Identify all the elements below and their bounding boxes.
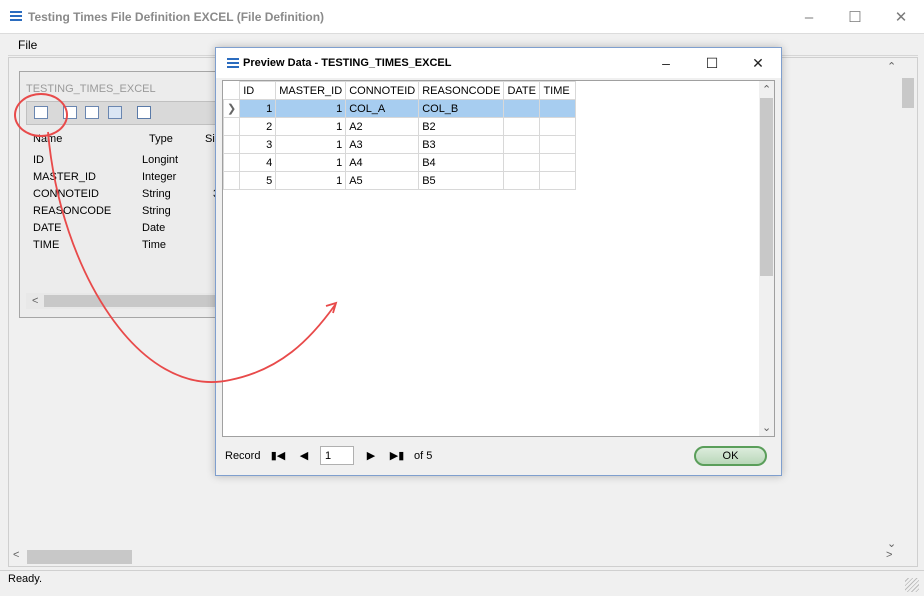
column-type[interactable]: Type <box>149 133 173 145</box>
field-name[interactable]: CONNOTEID <box>33 188 99 200</box>
table-cell[interactable]: 1 <box>275 99 347 118</box>
field-type: Integer <box>142 171 177 183</box>
table-cell[interactable]: 5 <box>239 171 277 190</box>
table-cell[interactable]: 1 <box>275 135 347 154</box>
field-type: String <box>142 188 171 200</box>
record-count: of 5 <box>414 450 433 462</box>
last-record-icon[interactable]: ▶▮ <box>389 447 405 463</box>
table-cell[interactable]: 1 <box>239 99 277 118</box>
table-cell[interactable]: B4 <box>418 153 505 172</box>
annotation-circle <box>14 93 68 137</box>
row-selector[interactable] <box>222 153 241 172</box>
data-grid[interactable]: ID MASTER_ID CONNOTEID REASONCODE DATE T… <box>222 80 775 437</box>
table-cell[interactable] <box>503 171 541 190</box>
table-cell[interactable] <box>503 99 541 118</box>
row-selector[interactable] <box>222 171 241 190</box>
scroll-left-icon[interactable]: < <box>13 549 19 561</box>
table-cell[interactable] <box>539 153 577 172</box>
dialog-maximize-button[interactable]: ☐ <box>689 48 735 78</box>
table-cell[interactable] <box>503 135 541 154</box>
table-cell[interactable]: 1 <box>275 171 347 190</box>
file-window-scrollbar-thumb[interactable] <box>44 295 216 307</box>
app-icon <box>10 11 22 22</box>
table-row[interactable]: 5 1 A5 B5 <box>222 171 577 190</box>
table-cell[interactable] <box>503 117 541 136</box>
field-name[interactable]: MASTER_ID <box>33 171 96 183</box>
current-row-icon: ❯ <box>222 99 241 118</box>
table-row[interactable]: 4 1 A4 B4 <box>222 153 577 172</box>
scroll-up-icon[interactable]: ⌃ <box>887 60 896 73</box>
column-header[interactable]: CONNOTEID <box>345 81 420 100</box>
table-cell[interactable] <box>539 135 577 154</box>
field-type: Time <box>142 239 167 251</box>
table-cell[interactable]: B5 <box>418 171 505 190</box>
menu-file[interactable]: File <box>18 38 37 52</box>
table-cell[interactable] <box>539 99 577 118</box>
dialog-icon <box>227 58 239 68</box>
table-cell[interactable]: 2 <box>239 117 277 136</box>
table-cell[interactable]: A5 <box>345 171 420 190</box>
scroll-down-icon[interactable]: ⌄ <box>762 421 771 434</box>
status-text: Ready. <box>8 573 43 585</box>
next-record-icon[interactable]: ▶ <box>363 447 379 463</box>
field-name[interactable]: REASONCODE <box>33 205 111 217</box>
field-name[interactable]: TIME <box>33 239 59 251</box>
table-cell[interactable]: A2 <box>345 117 420 136</box>
column-size[interactable]: Si <box>205 133 215 145</box>
dialog-title: Preview Data - TESTING_TIMES_EXCEL <box>243 57 452 69</box>
field-name[interactable]: DATE <box>33 222 62 234</box>
scroll-right-icon[interactable]: > <box>886 549 892 561</box>
table-cell[interactable]: 1 <box>275 153 347 172</box>
table-cell[interactable]: 1 <box>275 117 347 136</box>
table-cell[interactable]: A3 <box>345 135 420 154</box>
table-row[interactable]: ❯ 1 1 COL_A COL_B <box>222 99 577 118</box>
column-header[interactable]: TIME <box>539 81 577 100</box>
column-header[interactable]: MASTER_ID <box>275 81 347 100</box>
table-cell[interactable] <box>539 117 577 136</box>
table-row[interactable]: 2 1 A2 B2 <box>222 117 577 136</box>
row-selector[interactable] <box>222 135 241 154</box>
field-type: Longint <box>142 154 179 166</box>
first-record-icon[interactable]: ▮◀ <box>270 447 286 463</box>
record-number-input[interactable] <box>320 446 354 465</box>
maximize-button[interactable]: ☐ <box>832 0 878 34</box>
data-table: ID MASTER_ID CONNOTEID REASONCODE DATE T… <box>222 81 577 190</box>
window-title: Testing Times File Definition EXCEL (Fil… <box>28 10 325 24</box>
table-cell[interactable]: B2 <box>418 117 505 136</box>
export-icon[interactable] <box>137 106 151 119</box>
table-cell[interactable] <box>503 153 541 172</box>
row-selector[interactable] <box>222 117 241 136</box>
row-selector-header <box>223 81 241 100</box>
table-row[interactable]: 3 1 A3 B3 <box>222 135 577 154</box>
table-cell[interactable]: COL_A <box>345 99 420 118</box>
status-bar <box>0 570 924 596</box>
table-cell[interactable]: A4 <box>345 153 420 172</box>
form-icon[interactable] <box>85 106 99 119</box>
calculator-icon[interactable] <box>108 106 122 119</box>
column-header[interactable]: ID <box>239 81 277 100</box>
column-header[interactable]: DATE <box>503 81 541 100</box>
previous-record-icon[interactable]: ◀ <box>296 447 312 463</box>
record-label: Record <box>225 450 261 462</box>
horizontal-scrollbar-thumb[interactable] <box>27 550 132 564</box>
minimize-button[interactable]: – <box>786 0 832 34</box>
column-header[interactable]: REASONCODE <box>418 81 505 100</box>
field-type: Date <box>142 222 166 234</box>
vertical-scrollbar-thumb[interactable] <box>902 78 914 108</box>
field-name[interactable]: ID <box>33 154 44 166</box>
close-button[interactable]: ✕ <box>878 0 924 34</box>
table-cell[interactable] <box>539 171 577 190</box>
table-cell[interactable]: COL_B <box>418 99 505 118</box>
scroll-up-icon[interactable]: ⌃ <box>762 83 771 96</box>
field-type: String <box>142 205 171 217</box>
dialog-minimize-button[interactable]: – <box>643 48 689 78</box>
grid-scrollbar-thumb[interactable] <box>760 98 773 276</box>
table-cell[interactable]: 4 <box>239 153 277 172</box>
scroll-left-icon[interactable]: < <box>32 295 38 307</box>
ok-button[interactable]: OK <box>694 446 767 466</box>
resize-grip-icon[interactable] <box>905 578 919 592</box>
dialog-close-button[interactable]: ✕ <box>735 48 781 78</box>
table-cell[interactable]: B3 <box>418 135 505 154</box>
table-cell[interactable]: 3 <box>239 135 277 154</box>
